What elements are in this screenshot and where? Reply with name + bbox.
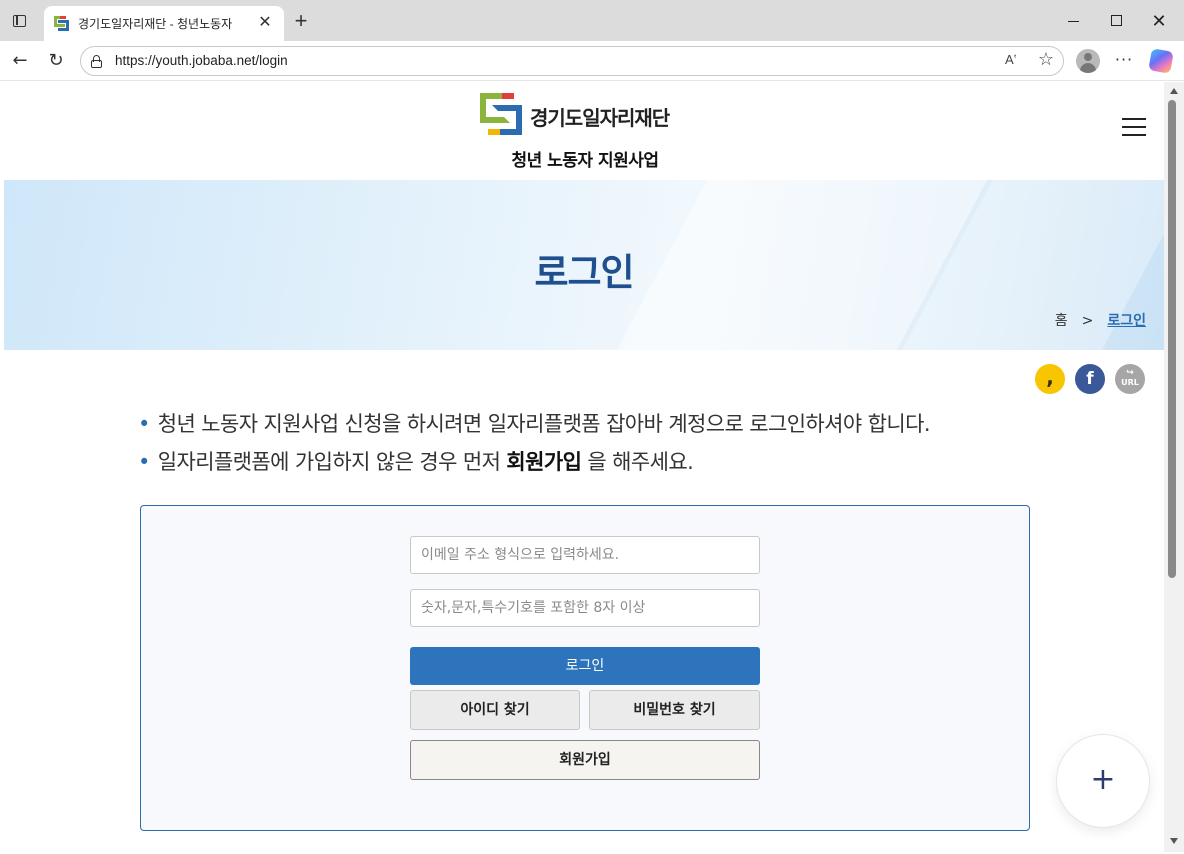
browser-toolbar: ← ↻ https://youth.jobaba.net/login Aʽ ☆ … (0, 41, 1184, 81)
login-form: 로그인 아이디 찾기 비밀번호 찾기 회원가입 (140, 505, 1030, 831)
bullet-icon: • (138, 450, 150, 474)
password-field[interactable] (410, 589, 760, 627)
back-arrow-icon[interactable]: ← (8, 49, 32, 73)
url-copy-icon[interactable]: ↪ URL (1115, 364, 1145, 394)
notice-line-1: • 청년 노동자 지원사업 신청을 하시려면 일자리플랫폼 잡아바 계정으로 로그… (138, 408, 931, 438)
lock-icon[interactable] (91, 55, 102, 68)
logo-mark-icon (480, 93, 522, 135)
active-tab[interactable]: 경기도일자리재단 - 청년노동자 ✕ (44, 6, 284, 41)
find-id-button[interactable]: 아이디 찾기 (410, 690, 580, 730)
page-title: 로그인 (534, 251, 634, 294)
email-field[interactable] (410, 536, 760, 574)
notice-signup-link[interactable]: 회원가입 (506, 450, 581, 474)
kakao-share-icon[interactable]: , (1035, 364, 1065, 394)
scroll-down-arrow-icon[interactable] (1170, 838, 1178, 844)
url-text[interactable]: https://youth.jobaba.net/login (115, 53, 288, 68)
breadcrumb: 홈 > 로그인 (1055, 310, 1146, 330)
breadcrumb-current[interactable]: 로그인 (1107, 313, 1146, 329)
maximize-button[interactable] (1101, 8, 1131, 34)
login-button[interactable]: 로그인 (410, 647, 760, 685)
more-menu-icon[interactable]: ··· (1112, 49, 1136, 73)
find-password-button[interactable]: 비밀번호 찾기 (589, 690, 760, 730)
new-tab-button[interactable]: + (290, 10, 312, 32)
tab-actions-icon[interactable] (8, 9, 32, 33)
tab-close-icon[interactable]: ✕ (256, 14, 274, 32)
url-copy-label: URL (1121, 378, 1139, 387)
copilot-icon[interactable] (1148, 48, 1174, 74)
reload-icon[interactable]: ↻ (44, 49, 68, 73)
minimize-button[interactable] (1058, 8, 1088, 34)
tab-title: 경기도일자리재단 - 청년노동자 (78, 17, 233, 31)
tab-strip: 경기도일자리재단 - 청년노동자 ✕ + ✕ (0, 0, 1184, 41)
breadcrumb-separator-icon: > (1081, 313, 1094, 329)
logo-text: 경기도일자리재단 (530, 106, 670, 130)
site-header: 경기도일자리재단 청년 노동자 지원사업 (4, 82, 1164, 180)
profile-avatar-icon[interactable] (1076, 49, 1100, 73)
browser-window: 경기도일자리재단 - 청년노동자 ✕ + ✕ ← ↻ https://youth… (0, 0, 1184, 854)
read-aloud-icon[interactable]: Aʽ (1005, 52, 1025, 72)
favorite-star-icon[interactable]: ☆ (1035, 49, 1057, 71)
facebook-share-icon[interactable]: f (1075, 364, 1105, 394)
breadcrumb-home[interactable]: 홈 (1055, 313, 1068, 329)
bullet-icon: • (138, 412, 150, 436)
site-logo[interactable]: 경기도일자리재단 청년 노동자 지원사업 (480, 90, 690, 176)
page-scrollbar[interactable] (1164, 82, 1184, 852)
notice-text-2a: 일자리플랫폼에 가입하지 않은 경우 먼저 (157, 450, 507, 474)
scroll-up-arrow-icon[interactable] (1170, 88, 1178, 94)
notice-text-1: 청년 노동자 지원사업 신청을 하시려면 일자리플랫폼 잡아바 계정으로 로그인… (157, 412, 931, 436)
floating-plus-button[interactable]: + (1056, 734, 1150, 828)
site-subtitle: 청년 노동자 지원사업 (511, 151, 659, 171)
scrollbar-thumb[interactable] (1168, 100, 1176, 578)
site-favicon-icon (54, 16, 70, 32)
page-viewport: 경기도일자리재단 청년 노동자 지원사업 로그인 홈 > 로그인 , f ↪ URL … (4, 82, 1164, 852)
address-bar[interactable]: https://youth.jobaba.net/login Aʽ ☆ (80, 46, 1064, 76)
signup-button[interactable]: 회원가입 (410, 740, 760, 780)
notice-line-2: • 일자리플랫폼에 가입하지 않은 경우 먼저 회원가입 을 해주세요. (138, 446, 694, 476)
page-banner: 로그인 홈 > 로그인 (4, 180, 1164, 350)
notice-text-2b: 을 해주세요. (581, 450, 694, 474)
hamburger-menu-icon[interactable] (1122, 118, 1146, 136)
window-close-button[interactable]: ✕ (1144, 8, 1174, 34)
